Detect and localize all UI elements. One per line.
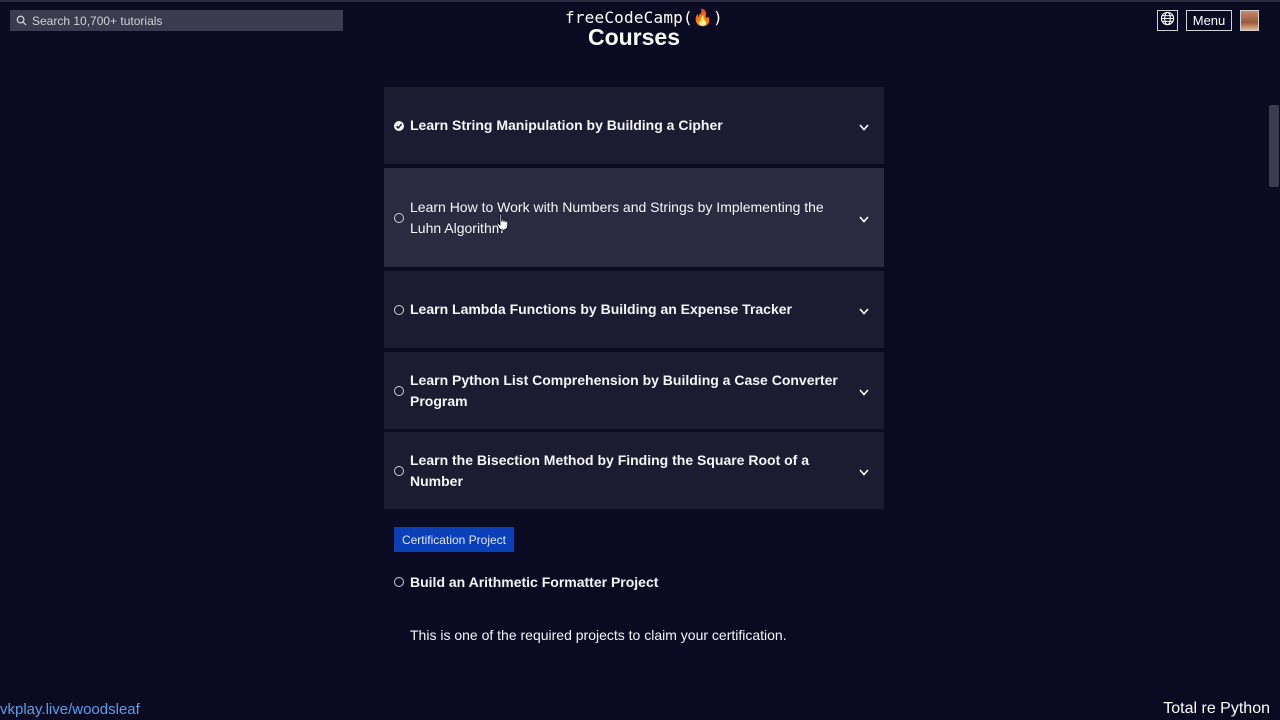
certification-project-link[interactable]: Build an Arithmetic Formatter Project bbox=[394, 572, 658, 592]
course-block-label: Learn the Bisection Method by Finding th… bbox=[410, 451, 810, 489]
chevron-down-icon bbox=[858, 465, 870, 477]
course-block-label: Learn Lambda Functions by Building an Ex… bbox=[410, 301, 792, 317]
stream-overlay-title: Total re Python bbox=[1163, 700, 1270, 717]
chevron-down-icon bbox=[858, 120, 870, 132]
circle-icon bbox=[394, 212, 404, 223]
circle-icon bbox=[394, 304, 404, 315]
course-block-cipher[interactable]: Learn String Manipulation by Building a … bbox=[384, 87, 884, 164]
project-title: Build an Arithmetic Formatter Project bbox=[410, 574, 659, 590]
course-block-luhn[interactable]: Learn How to Work with Numbers and Strin… bbox=[384, 168, 884, 267]
certification-project-badge: Certification Project bbox=[394, 527, 514, 552]
scrollbar-thumb[interactable] bbox=[1269, 105, 1279, 187]
circle-icon bbox=[394, 577, 404, 587]
project-description: This is one of the required projects to … bbox=[410, 627, 787, 643]
chevron-down-icon bbox=[858, 385, 870, 397]
course-block-label: Learn Python List Comprehension by Build… bbox=[410, 371, 838, 409]
page-title: Courses bbox=[587, 24, 681, 50]
course-block-expense-tracker[interactable]: Learn Lambda Functions by Building an Ex… bbox=[384, 271, 884, 348]
check-icon bbox=[394, 120, 404, 131]
circle-icon bbox=[394, 385, 404, 396]
circle-icon bbox=[394, 465, 404, 476]
chevron-down-icon bbox=[858, 304, 870, 316]
course-block-label: Learn String Manipulation by Building a … bbox=[410, 117, 723, 133]
chevron-down-icon bbox=[858, 212, 870, 224]
stream-overlay-url: vkplay.live/woodsleaf bbox=[0, 701, 140, 718]
course-block-label: Learn How to Work with Numbers and Strin… bbox=[410, 198, 824, 236]
course-block-case-converter[interactable]: Learn Python List Comprehension by Build… bbox=[384, 352, 884, 429]
course-block-bisection[interactable]: Learn the Bisection Method by Finding th… bbox=[384, 432, 884, 509]
hand-cursor-icon bbox=[496, 213, 510, 231]
